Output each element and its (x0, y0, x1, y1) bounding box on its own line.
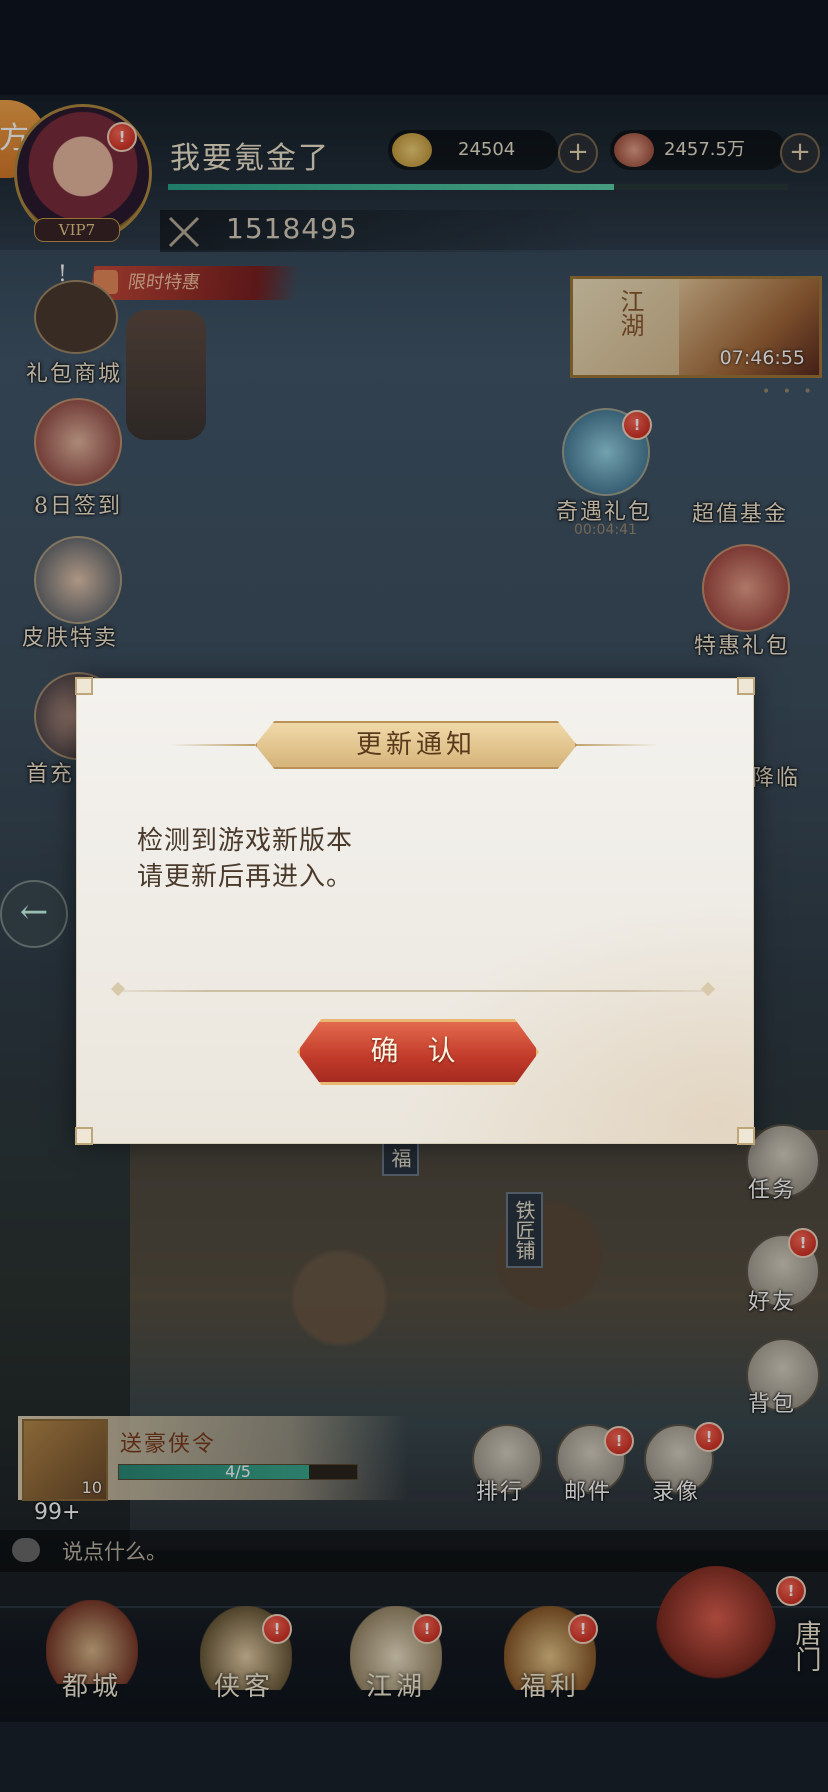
confirm-button-label: 确 认 (370, 1034, 466, 1067)
confirm-button[interactable]: 确 认 (297, 1019, 539, 1085)
divider-ornament (700, 981, 716, 997)
title-ornament-right (573, 744, 659, 746)
dialog-corner (737, 677, 755, 695)
dialog-corner (737, 1127, 755, 1145)
dialog-message-line1: 检测到游戏新版本 (137, 826, 354, 856)
divider-ornament (110, 981, 126, 997)
dialog-corner (75, 1127, 93, 1145)
dialog-corner (75, 677, 93, 695)
title-ornament-left (169, 744, 255, 746)
dialog-message: 检测到游戏新版本 请更新后再进入。 (137, 823, 353, 895)
dialog-divider (117, 990, 709, 992)
dialog-title-ribbon: 更新通知 (255, 721, 577, 769)
dialog-title: 更新通知 (355, 730, 476, 760)
dialog-message-line2: 请更新后再进入。 (137, 862, 354, 892)
update-notice-dialog: 更新通知 检测到游戏新版本 请更新后再进入。 确 认 (75, 677, 755, 1145)
